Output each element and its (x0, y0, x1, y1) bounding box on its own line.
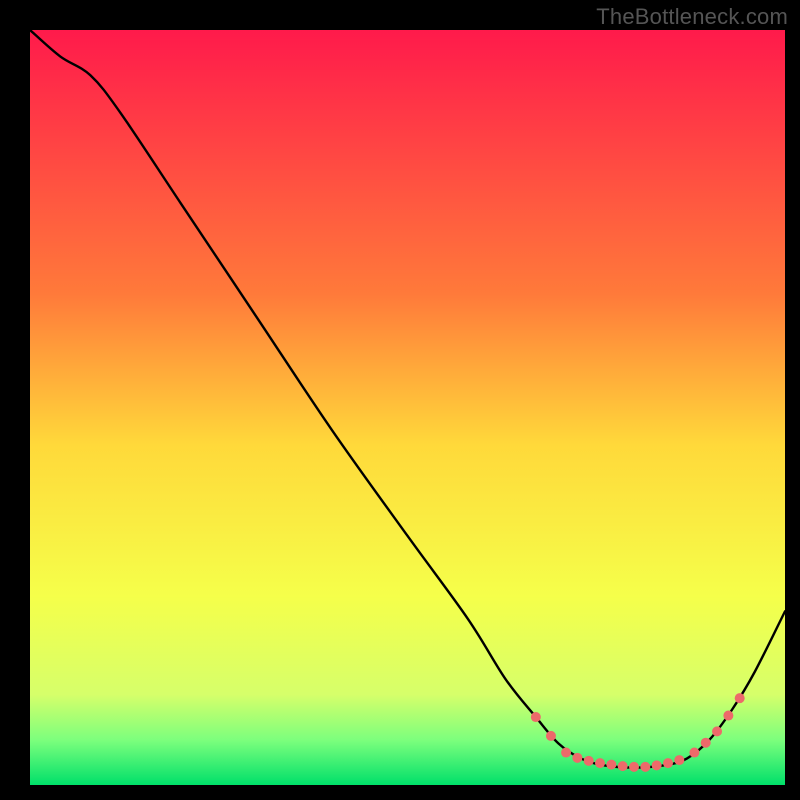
data-point (701, 738, 711, 748)
data-point (595, 758, 605, 768)
data-point (640, 762, 650, 772)
data-point (572, 753, 582, 763)
data-point (531, 712, 541, 722)
data-point (584, 756, 594, 766)
data-point (561, 748, 571, 758)
data-point (663, 758, 673, 768)
data-point (606, 760, 616, 770)
data-point (674, 755, 684, 765)
watermark-text: TheBottleneck.com (596, 4, 788, 30)
gradient-background (30, 30, 785, 785)
chart-frame: TheBottleneck.com (0, 0, 800, 800)
data-point (689, 748, 699, 758)
data-point (618, 761, 628, 771)
chart-svg (30, 30, 785, 785)
data-point (735, 693, 745, 703)
data-point (723, 711, 733, 721)
data-point (546, 731, 556, 741)
data-point (652, 760, 662, 770)
data-point (629, 762, 639, 772)
plot-area (30, 30, 785, 785)
data-point (712, 726, 722, 736)
